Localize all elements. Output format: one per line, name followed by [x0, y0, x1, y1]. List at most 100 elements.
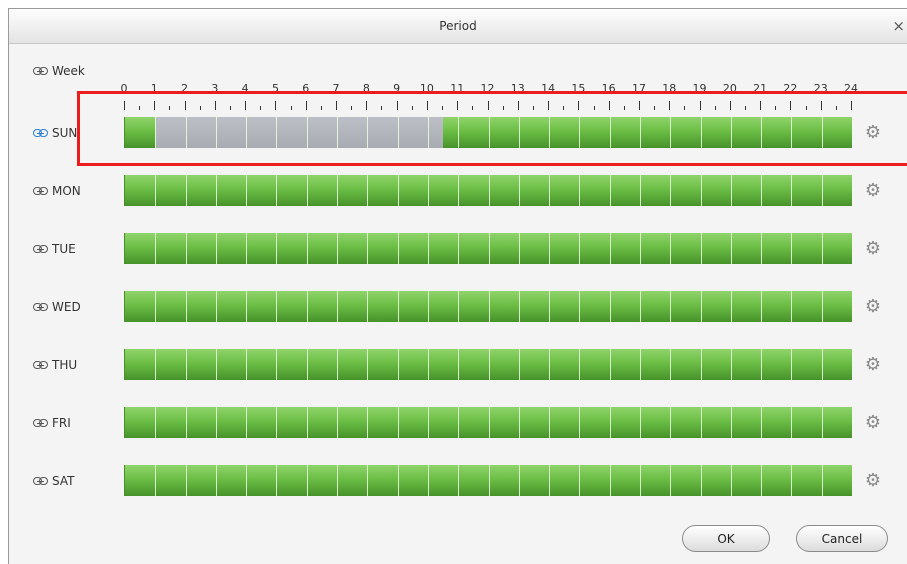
hour-divider	[185, 407, 187, 438]
hour-divider	[397, 349, 399, 380]
hour-divider	[549, 233, 551, 264]
hour-divider	[458, 465, 460, 496]
hour-divider	[518, 233, 520, 264]
schedule-bar-mon[interactable]	[124, 175, 852, 206]
hour-divider	[246, 465, 248, 496]
gear-icon[interactable]: ⚙	[864, 414, 882, 432]
hour-divider	[791, 291, 793, 322]
hour-divider	[155, 407, 157, 438]
hour-divider	[518, 349, 520, 380]
hour-divider	[246, 291, 248, 322]
hour-divider	[337, 291, 339, 322]
hour-divider	[276, 175, 278, 206]
hour-divider	[791, 175, 793, 206]
hour-divider	[458, 349, 460, 380]
hour-divider	[700, 465, 702, 496]
hour-divider	[458, 175, 460, 206]
hour-divider	[730, 233, 732, 264]
hour-divider	[276, 233, 278, 264]
hour-divider	[730, 291, 732, 322]
day-label-mon: MON	[52, 184, 81, 198]
hour-divider	[155, 349, 157, 380]
hour-divider	[639, 465, 641, 496]
gear-icon[interactable]: ⚙	[864, 472, 882, 490]
hour-divider	[427, 233, 429, 264]
hour-divider	[821, 291, 823, 322]
gear-icon[interactable]: ⚙	[864, 356, 882, 374]
schedule-bar-sat[interactable]	[124, 465, 852, 496]
hour-divider	[306, 291, 308, 322]
hour-divider	[337, 233, 339, 264]
hour-divider	[397, 465, 399, 496]
hour-divider	[155, 291, 157, 322]
hour-divider	[670, 175, 672, 206]
hour-divider	[579, 465, 581, 496]
hour-divider	[367, 291, 369, 322]
hour-divider	[518, 175, 520, 206]
schedule-bar-thu[interactable]	[124, 349, 852, 380]
link-icon[interactable]	[33, 303, 48, 311]
hour-divider	[821, 233, 823, 264]
hour-divider	[488, 465, 490, 496]
week-link-icon[interactable]	[33, 67, 48, 75]
day-label-sat: SAT	[52, 474, 75, 488]
hour-divider	[639, 407, 641, 438]
hour-divider	[276, 291, 278, 322]
hour-divider	[427, 349, 429, 380]
gear-icon[interactable]: ⚙	[864, 298, 882, 316]
hour-divider	[518, 407, 520, 438]
cancel-button[interactable]: Cancel	[796, 525, 888, 552]
hour-divider	[397, 175, 399, 206]
gear-icon[interactable]: ⚙	[864, 182, 882, 200]
schedule-bar-wed[interactable]	[124, 291, 852, 322]
hour-divider	[215, 349, 217, 380]
link-icon[interactable]	[33, 129, 48, 137]
hour-divider	[488, 233, 490, 264]
hour-divider	[761, 465, 763, 496]
close-icon[interactable]: ×	[892, 9, 905, 43]
gear-icon[interactable]: ⚙	[864, 240, 882, 258]
hour-divider	[639, 233, 641, 264]
hour-divider	[397, 233, 399, 264]
hour-divider	[155, 465, 157, 496]
hour-divider	[730, 349, 732, 380]
hour-divider	[306, 233, 308, 264]
link-icon[interactable]	[33, 187, 48, 195]
hour-divider	[579, 233, 581, 264]
link-icon[interactable]	[33, 361, 48, 369]
hour-divider	[488, 175, 490, 206]
link-icon[interactable]	[33, 477, 48, 485]
hour-divider	[276, 349, 278, 380]
hour-divider	[761, 291, 763, 322]
hour-divider	[367, 175, 369, 206]
hour-divider	[549, 349, 551, 380]
sun-row-highlight	[77, 91, 907, 166]
hour-divider	[730, 407, 732, 438]
schedule-bar-tue[interactable]	[124, 233, 852, 264]
day-label-thu: THU	[52, 358, 78, 372]
hour-divider	[791, 349, 793, 380]
hour-divider	[215, 291, 217, 322]
hour-divider	[761, 233, 763, 264]
hour-divider	[761, 175, 763, 206]
link-icon[interactable]	[33, 245, 48, 253]
hour-divider	[155, 175, 157, 206]
hour-divider	[821, 175, 823, 206]
hour-divider	[367, 233, 369, 264]
hour-divider	[579, 407, 581, 438]
hour-divider	[549, 407, 551, 438]
day-label-wed: WED	[52, 300, 81, 314]
link-icon[interactable]	[33, 419, 48, 427]
hour-divider	[639, 291, 641, 322]
hour-divider	[670, 291, 672, 322]
hour-divider	[155, 233, 157, 264]
schedule-bar-fri[interactable]	[124, 407, 852, 438]
hour-divider	[579, 291, 581, 322]
ok-button[interactable]: OK	[682, 525, 770, 552]
hour-divider	[397, 407, 399, 438]
hour-divider	[670, 349, 672, 380]
hour-divider	[700, 233, 702, 264]
hour-divider	[821, 349, 823, 380]
hour-divider	[427, 407, 429, 438]
hour-divider	[488, 349, 490, 380]
